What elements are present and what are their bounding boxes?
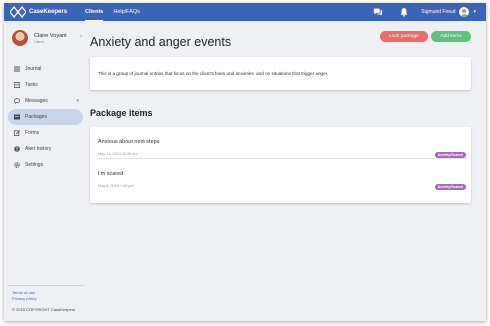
top-navbar: CaseKeepers Clients Help/FAQs Sigmund Fr…: [4, 3, 486, 21]
item-date: May 8, 2019 7:40 pm: [98, 184, 134, 188]
alert-icon: [14, 146, 20, 152]
sidebar-item-messages[interactable]: Messages ▾: [8, 93, 83, 109]
client-role: Client: [34, 39, 44, 44]
sidebar-item-alert-history[interactable]: Alert history: [8, 141, 83, 157]
page-title: Anxiety and anger events: [90, 35, 232, 49]
nav-help-faqs[interactable]: Help/FAQs: [113, 3, 140, 21]
sidebar-item-label: Journal: [25, 66, 42, 72]
app-window: CaseKeepers Clients Help/FAQs Sigmund Fr…: [4, 3, 486, 321]
sidebar-item-label: Settings: [25, 162, 44, 168]
nav-clients[interactable]: Clients: [85, 3, 104, 21]
sidebar-menu: Journal Tasks Messages ▾ Packages Forms: [8, 61, 83, 173]
list-item[interactable]: I'm scared May 8, 2019 7:40 pm Anxiety/S…: [90, 159, 471, 191]
bell-icon[interactable]: [399, 7, 409, 17]
chevron-right-icon[interactable]: ›: [80, 34, 82, 40]
sidebar-item-forms[interactable]: Forms: [8, 125, 83, 141]
package-icon: [14, 114, 20, 120]
logo-icon: [10, 6, 26, 18]
lock-package-button[interactable]: Lock package: [380, 31, 428, 42]
section-title: Package items: [90, 108, 153, 118]
tag-badge: Anxiety/Scared: [434, 184, 466, 190]
sidebar-item-label: Messages: [25, 98, 48, 104]
user-avatar[interactable]: [459, 7, 470, 17]
sidebar-item-label: Alert history: [25, 146, 52, 152]
package-description-card: This is a group of journal entries that …: [90, 57, 471, 90]
item-title[interactable]: Anxious about next steps: [98, 139, 159, 145]
client-name: Claire Voyant: [34, 32, 67, 39]
brand-name: CaseKeepers: [29, 9, 68, 15]
client-avatar: [12, 30, 28, 46]
item-date: May 14, 2019 11:46 am: [98, 152, 138, 156]
list-icon: [14, 66, 20, 72]
sidebar-item-label: Packages: [25, 114, 47, 120]
brand[interactable]: CaseKeepers: [10, 6, 80, 18]
copyright-text: © 2019 COPYRIGHT CaseKeepers: [12, 307, 76, 312]
gear-icon: [14, 162, 20, 168]
sidebar-item-packages[interactable]: Packages: [8, 109, 83, 125]
item-title[interactable]: I'm scared: [98, 171, 123, 177]
client-profile[interactable]: Claire Voyant Client ›: [12, 30, 82, 46]
divider: [8, 285, 84, 286]
package-items-list: Anxious about next steps May 14, 2019 11…: [90, 127, 471, 203]
form-icon: [14, 130, 20, 136]
sidebar: Claire Voyant Client › Journal Tasks Mes…: [4, 21, 86, 321]
package-description: This is a group of journal entries that …: [98, 71, 329, 76]
chevron-down-icon[interactable]: ▾: [76, 98, 79, 104]
user-name[interactable]: Sigmund Freud: [421, 9, 455, 15]
list-item[interactable]: Anxious about next steps May 14, 2019 11…: [90, 127, 471, 159]
sidebar-item-label: Forms: [25, 130, 40, 136]
sidebar-item-tasks[interactable]: Tasks: [8, 77, 83, 93]
chat-icon[interactable]: [373, 7, 383, 17]
add-items-button[interactable]: Add items: [431, 31, 471, 42]
sidebar-item-label: Tasks: [25, 82, 38, 88]
sidebar-item-settings[interactable]: Settings: [8, 157, 83, 173]
chat-bubble-icon: [14, 98, 20, 104]
sidebar-item-journal[interactable]: Journal: [8, 61, 83, 77]
tasks-icon: [14, 82, 20, 88]
chevron-down-icon[interactable]: ▾: [473, 9, 476, 15]
privacy-link[interactable]: Privacy policy: [12, 296, 82, 302]
sidebar-footer: Terms of use Privacy policy © 2019 COPYR…: [8, 285, 84, 312]
